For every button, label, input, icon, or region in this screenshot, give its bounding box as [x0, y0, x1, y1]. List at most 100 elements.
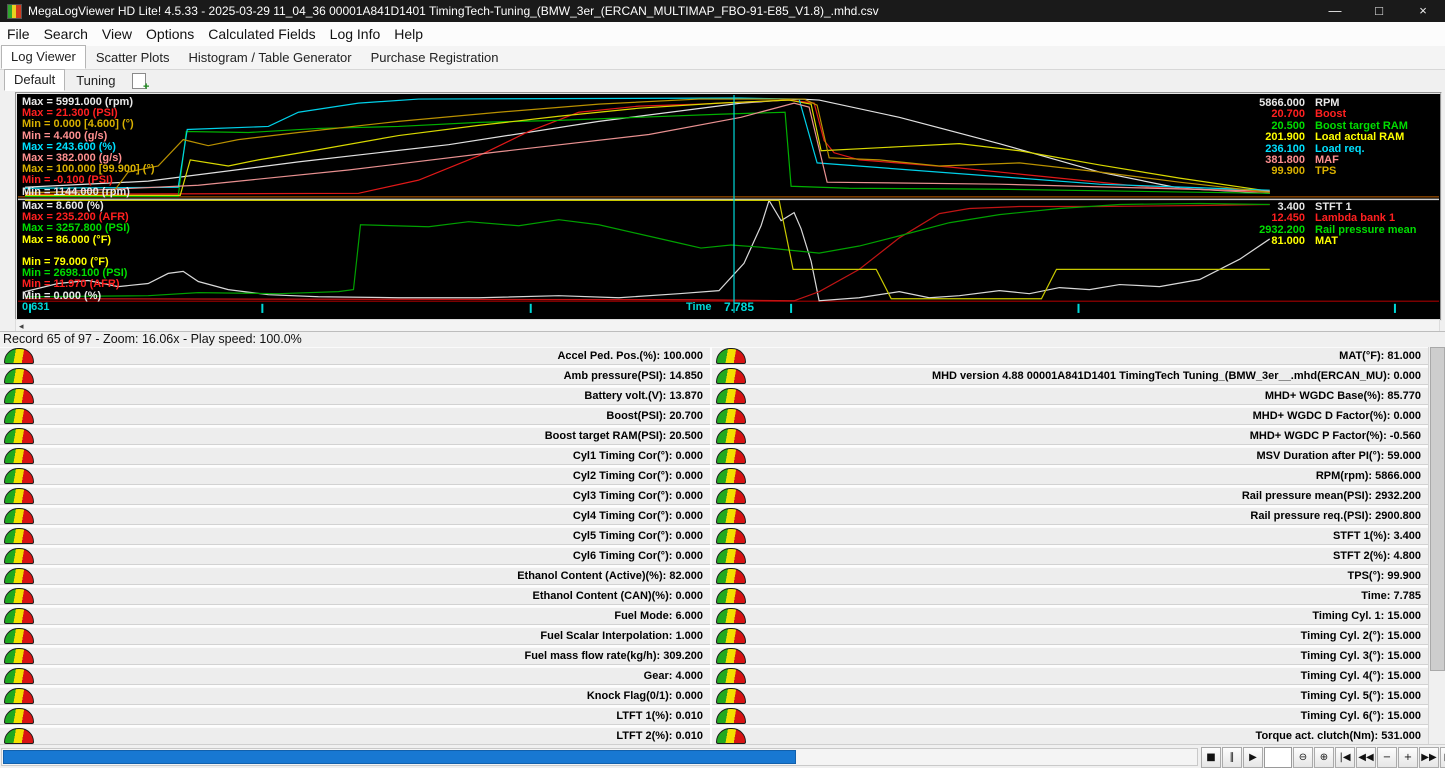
minimize-button[interactable]: — — [1313, 0, 1357, 22]
channel-row-mat-f[interactable]: MAT(°F): 81.000 — [712, 347, 1428, 365]
channel-row-timing-cyl-6[interactable]: Timing Cyl. 6(°): 15.000 — [712, 707, 1428, 725]
gauge-icon[interactable] — [4, 368, 34, 384]
gauge-icon[interactable] — [716, 428, 746, 444]
step-forward-button[interactable]: + — [1398, 747, 1418, 768]
tab-histogram-table-generator[interactable]: Histogram / Table Generator — [180, 47, 361, 69]
gauge-icon[interactable] — [4, 608, 34, 624]
gauge-icon[interactable] — [4, 568, 34, 584]
channel-row-accel-ped-pos[interactable]: Accel Ped. Pos.(%): 100.000 — [0, 347, 710, 365]
skip-end-button[interactable]: ▶| — [1440, 747, 1445, 768]
channel-row-time[interactable]: Time: 7.785 — [712, 587, 1428, 605]
gauge-icon[interactable] — [4, 508, 34, 524]
channel-row-gear[interactable]: Gear: 4.000 — [0, 667, 710, 685]
zoom-in-button[interactable]: ⊕ — [1314, 747, 1334, 768]
gauge-icon[interactable] — [4, 728, 34, 744]
gauge-icon[interactable] — [716, 688, 746, 704]
rewind-button[interactable]: ◀◀ — [1356, 747, 1376, 768]
channel-row-timing-cyl-2[interactable]: Timing Cyl. 2(°): 15.000 — [712, 627, 1428, 645]
gauge-icon[interactable] — [716, 548, 746, 564]
channel-row-knock-flag-0-1[interactable]: Knock Flag(0/1): 0.000 — [0, 687, 710, 705]
data-vscrollbar-thumb[interactable] — [1430, 347, 1445, 671]
gauge-icon[interactable] — [4, 468, 34, 484]
menu-file[interactable]: File — [0, 24, 37, 44]
stop-button[interactable]: ■ — [1201, 747, 1221, 768]
channel-row-timing-cyl-1[interactable]: Timing Cyl. 1: 15.000 — [712, 607, 1428, 625]
tab-purchase-registration[interactable]: Purchase Registration — [362, 47, 508, 69]
skip-start-button[interactable]: |◀ — [1335, 747, 1355, 768]
timeline-scrollbar[interactable] — [1, 748, 1198, 766]
gauge-icon[interactable] — [716, 368, 746, 384]
channel-row-battery-volt-v[interactable]: Battery volt.(V): 13.870 — [0, 387, 710, 405]
gauge-icon[interactable] — [716, 448, 746, 464]
gauge-icon[interactable] — [716, 468, 746, 484]
channel-row-amb-pressure-psi[interactable]: Amb pressure(PSI): 14.850 — [0, 367, 710, 385]
gauge-icon[interactable] — [4, 408, 34, 424]
maximize-button[interactable]: □ — [1357, 0, 1401, 22]
gauge-icon[interactable] — [4, 588, 34, 604]
log-chart-panel[interactable]: Max = 5991.000 (rpm)Max = 21.300 (PSI)Mi… — [15, 92, 1442, 321]
pause-button[interactable]: ∥ — [1222, 747, 1242, 768]
channel-row-fuel-mass-flow-rate-kg-h[interactable]: Fuel mass flow rate(kg/h): 309.200 — [0, 647, 710, 665]
channel-row-rail-pressure-mean-psi[interactable]: Rail pressure mean(PSI): 2932.200 — [712, 487, 1428, 505]
gauge-icon[interactable] — [4, 628, 34, 644]
channel-row-tps[interactable]: TPS(°): 99.900 — [712, 567, 1428, 585]
gauge-icon[interactable] — [716, 488, 746, 504]
new-view-icon[interactable] — [132, 73, 146, 89]
channel-row-mhd-wgdc-base[interactable]: MHD+ WGDC Base(%): 85.770 — [712, 387, 1428, 405]
channel-row-rail-pressure-req-psi[interactable]: Rail pressure req.(PSI): 2900.800 — [712, 507, 1428, 525]
channel-row-fuel-scalar-interpolation[interactable]: Fuel Scalar Interpolation: 1.000 — [0, 627, 710, 645]
gauge-icon[interactable] — [716, 648, 746, 664]
data-vscrollbar[interactable] — [1428, 347, 1445, 744]
gauge-icon[interactable] — [4, 708, 34, 724]
gauge-icon[interactable] — [716, 388, 746, 404]
channel-row-stft-1[interactable]: STFT 1(%): 3.400 — [712, 527, 1428, 545]
menu-search[interactable]: Search — [37, 24, 95, 44]
gauge-icon[interactable] — [716, 408, 746, 424]
gauge-icon[interactable] — [4, 348, 34, 364]
gauge-icon[interactable] — [716, 728, 746, 744]
channel-row-mhd-wgdc-d-factor[interactable]: MHD+ WGDC D Factor(%): 0.000 — [712, 407, 1428, 425]
gauge-icon[interactable] — [716, 608, 746, 624]
tab-scatter-plots[interactable]: Scatter Plots — [87, 47, 179, 69]
gauge-icon[interactable] — [716, 668, 746, 684]
menu-help[interactable]: Help — [387, 24, 430, 44]
channel-row-cyl6-timing-cor[interactable]: Cyl6 Timing Cor(°): 0.000 — [0, 547, 710, 565]
view-tab-default[interactable]: Default — [4, 69, 65, 91]
speed-box[interactable] — [1264, 747, 1292, 768]
menu-options[interactable]: Options — [139, 24, 201, 44]
channel-row-ltft-1[interactable]: LTFT 1(%): 0.010 — [0, 707, 710, 725]
channel-row-fuel-mode[interactable]: Fuel Mode: 6.000 — [0, 607, 710, 625]
play-button[interactable]: ▶ — [1243, 747, 1263, 768]
timeline-scrollbar-thumb[interactable] — [3, 750, 796, 764]
tab-log-viewer[interactable]: Log Viewer — [1, 45, 86, 69]
channel-row-timing-cyl-4[interactable]: Timing Cyl. 4(°): 15.000 — [712, 667, 1428, 685]
gauge-icon[interactable] — [716, 708, 746, 724]
fast-forward-button[interactable]: ▶▶ — [1419, 747, 1439, 768]
view-tab-tuning[interactable]: Tuning — [67, 71, 124, 91]
channel-row-mhd-version-4-88-00001a841d1401-timingtech-tuning-bmw-3er-mhd-ercan-mu[interactable]: MHD version 4.88 00001A841D1401 TimingTe… — [712, 367, 1428, 385]
gauge-icon[interactable] — [4, 388, 34, 404]
channel-row-cyl1-timing-cor[interactable]: Cyl1 Timing Cor(°): 0.000 — [0, 447, 710, 465]
channel-row-stft-2[interactable]: STFT 2(%): 4.800 — [712, 547, 1428, 565]
channel-row-cyl3-timing-cor[interactable]: Cyl3 Timing Cor(°): 0.000 — [0, 487, 710, 505]
channel-row-ethanol-content-active[interactable]: Ethanol Content (Active)(%): 82.000 — [0, 567, 710, 585]
gauge-icon[interactable] — [716, 628, 746, 644]
zoom-out-button[interactable]: ⊖ — [1293, 747, 1313, 768]
step-back-button[interactable]: − — [1377, 747, 1397, 768]
log-chart-area[interactable]: Max = 5991.000 (rpm)Max = 21.300 (PSI)Mi… — [18, 95, 1439, 318]
gauge-icon[interactable] — [4, 688, 34, 704]
channel-row-boost-target-ram-psi[interactable]: Boost target RAM(PSI): 20.500 — [0, 427, 710, 445]
gauge-icon[interactable] — [4, 488, 34, 504]
gauge-icon[interactable] — [716, 568, 746, 584]
channel-row-cyl5-timing-cor[interactable]: Cyl5 Timing Cor(°): 0.000 — [0, 527, 710, 545]
channel-row-msv-duration-after-pi[interactable]: MSV Duration after PI(°): 59.000 — [712, 447, 1428, 465]
menu-log-info[interactable]: Log Info — [323, 24, 388, 44]
gauge-icon[interactable] — [716, 528, 746, 544]
gauge-icon[interactable] — [716, 508, 746, 524]
gauge-icon[interactable] — [4, 528, 34, 544]
gauge-icon[interactable] — [4, 668, 34, 684]
gauge-icon[interactable] — [4, 648, 34, 664]
channel-row-torque-act-clutch-nm[interactable]: Torque act. clutch(Nm): 531.000 — [712, 727, 1428, 745]
channel-row-ethanol-content-can[interactable]: Ethanol Content (CAN)(%): 0.000 — [0, 587, 710, 605]
gauge-icon[interactable] — [716, 588, 746, 604]
